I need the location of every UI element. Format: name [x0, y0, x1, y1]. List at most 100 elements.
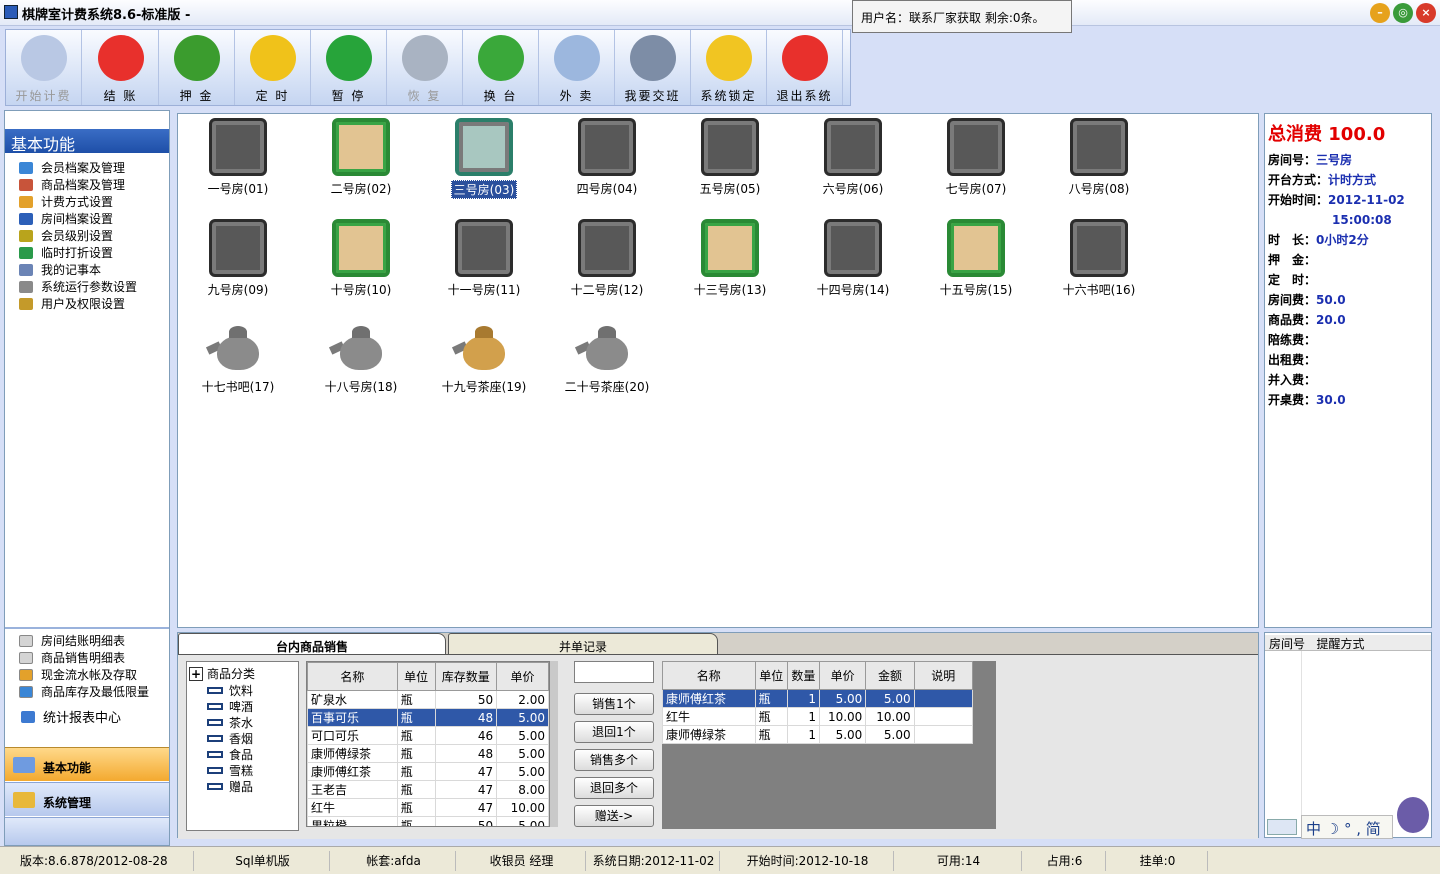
toolbar-button-10[interactable]: 退出系统	[767, 30, 843, 105]
report-item-3[interactable]: 商品库存及最低限量	[19, 683, 169, 700]
column-header[interactable]: 说明	[913, 661, 974, 690]
toolbar-button-0[interactable]: 开始计费	[6, 30, 82, 105]
restore-icon[interactable]: ◎	[1393, 3, 1413, 23]
column-header[interactable]: 库存数量	[434, 662, 498, 691]
toolbar-button-6[interactable]: 换 台	[463, 30, 539, 105]
sidebar-item-2[interactable]: 计费方式设置	[19, 193, 169, 210]
room-17[interactable]: 十七书吧(17)	[188, 318, 288, 414]
sale-button-4[interactable]: 赠送->	[574, 805, 654, 827]
room-6[interactable]: 六号房(06)	[803, 116, 903, 212]
room-15[interactable]: 十五号房(15)	[926, 217, 1026, 313]
category-item[interactable]: 饮料	[207, 682, 253, 698]
room-10[interactable]: 十号房(10)	[311, 217, 411, 313]
sale-button-1[interactable]: 退回1个	[574, 721, 654, 743]
room-20[interactable]: 二十号茶座(20)	[557, 318, 657, 414]
info-row: 开始时间：2012-11-02	[1268, 193, 1405, 207]
room-label: 五号房(05)	[699, 182, 761, 196]
toolbar-button-8[interactable]: 我要交班	[615, 30, 691, 105]
room-2[interactable]: 二号房(02)	[311, 116, 411, 212]
report-item-1[interactable]: 商品销售明细表	[19, 649, 169, 666]
column-header[interactable]: 单位	[396, 662, 436, 691]
column-header[interactable]: 单价	[818, 661, 867, 690]
toolbar-button-5[interactable]: 恢 复	[387, 30, 463, 105]
sale-button-0[interactable]: 销售1个	[574, 693, 654, 715]
table-row[interactable]: 矿泉水瓶 50 2.00	[307, 690, 549, 709]
table-row[interactable]: 红牛瓶 1 10.00 10.00	[662, 707, 974, 726]
status-field-2: 帐套:afda	[332, 851, 456, 871]
toolbar-button-9[interactable]: 系统锁定	[691, 30, 767, 105]
category-icon	[207, 718, 223, 726]
room-1[interactable]: 一号房(01)	[188, 116, 288, 212]
room-label: 九号房(09)	[207, 283, 269, 297]
info-row: 押 金：	[1268, 253, 1317, 267]
category-item[interactable]: 食品	[207, 746, 253, 762]
scroll-left-button[interactable]	[1267, 819, 1297, 835]
nav-system-management[interactable]: 系统管理	[5, 782, 169, 816]
ime-status-bar[interactable]: 中 ☽ ° , 简	[1301, 815, 1393, 839]
room-7[interactable]: 七号房(07)	[926, 116, 1026, 212]
column-header[interactable]: 名称	[662, 661, 756, 690]
sidebar-item-8[interactable]: 用户及权限设置	[19, 295, 169, 312]
table-row[interactable]: 王老吉瓶 47 8.00	[307, 780, 549, 799]
nav-basic-functions[interactable]: 基本功能	[5, 747, 169, 781]
room-14[interactable]: 十四号房(14)	[803, 217, 903, 313]
column-header[interactable]: 数量	[786, 661, 821, 690]
sidebar-item-3[interactable]: 房间档案设置	[19, 210, 169, 227]
tab-room-sales[interactable]: 台内商品销售	[178, 633, 446, 655]
column-header[interactable]: 单位	[754, 661, 788, 690]
column-header[interactable]: 单价	[496, 662, 549, 691]
toolbar-button-3[interactable]: 定 时	[235, 30, 311, 105]
tab-merge-records[interactable]: 并单记录	[448, 633, 718, 655]
table-row[interactable]: 百事可乐瓶 48 5.00	[307, 708, 549, 727]
category-item[interactable]: 啤酒	[207, 698, 253, 714]
quantity-input[interactable]	[574, 661, 654, 683]
column-header[interactable]: 名称	[307, 662, 398, 691]
category-item[interactable]: 茶水	[207, 714, 253, 730]
sidebar-item-0[interactable]: 会员档案及管理	[19, 159, 169, 176]
minimize-icon[interactable]: –	[1370, 3, 1390, 23]
room-19[interactable]: 十九号茶座(19)	[434, 318, 534, 414]
table-row[interactable]: 康师傅绿茶瓶 1 5.00 5.00	[662, 725, 974, 744]
sale-button-3[interactable]: 退回多个	[574, 777, 654, 799]
sidebar-item-4[interactable]: 会员级别设置	[19, 227, 169, 244]
room-16[interactable]: 十六书吧(16)	[1049, 217, 1149, 313]
toolbar-button-4[interactable]: 暂 停	[311, 30, 387, 105]
menu-item-icon	[19, 212, 33, 225]
table-row[interactable]: 康师傅红茶瓶 47 5.00	[307, 762, 549, 781]
sidebar-item-1[interactable]: 商品档案及管理	[19, 176, 169, 193]
sale-button-2[interactable]: 销售多个	[574, 749, 654, 771]
close-window-icon[interactable]: ×	[1416, 3, 1436, 23]
category-icon	[207, 750, 223, 758]
stock-scrollbar[interactable]	[550, 661, 558, 827]
room-label: 二号房(02)	[330, 182, 392, 196]
column-header[interactable]: 金额	[865, 661, 915, 690]
room-5[interactable]: 五号房(05)	[680, 116, 780, 212]
room-12[interactable]: 十二号房(12)	[557, 217, 657, 313]
category-item[interactable]: 赠品	[207, 778, 253, 794]
toolbar-button-7[interactable]: 外 卖	[539, 30, 615, 105]
report-center-link[interactable]: 统计报表中心	[21, 708, 171, 726]
table-row[interactable]: 红牛瓶 47 10.00	[307, 798, 549, 817]
report-item-0[interactable]: 房间结账明细表	[19, 632, 169, 649]
expand-icon: +	[189, 666, 203, 681]
table-row[interactable]: 康师傅绿茶瓶 48 5.00	[307, 744, 549, 763]
toolbar-button-1[interactable]: 结 账	[83, 30, 159, 105]
category-root[interactable]: + 商品分类	[189, 665, 255, 682]
report-item-2[interactable]: 现金流水帐及存取	[19, 666, 169, 683]
room-18[interactable]: 十八号房(18)	[311, 318, 411, 414]
sidebar-item-6[interactable]: 我的记事本	[19, 261, 169, 278]
category-item[interactable]: 雪糕	[207, 762, 253, 778]
table-row[interactable]: 可口可乐瓶 46 5.00	[307, 726, 549, 745]
table-row[interactable]: 果粒橙瓶 50 5.00	[307, 816, 549, 826]
room-8[interactable]: 八号房(08)	[1049, 116, 1149, 212]
room-3[interactable]: 三号房(03)	[434, 116, 534, 212]
room-9[interactable]: 九号房(09)	[188, 217, 288, 313]
room-11[interactable]: 十一号房(11)	[434, 217, 534, 313]
toolbar-button-2[interactable]: 押 金	[159, 30, 235, 105]
category-item[interactable]: 香烟	[207, 730, 253, 746]
table-row[interactable]: 康师傅红茶瓶 1 5.00 5.00	[662, 689, 974, 708]
sidebar-item-5[interactable]: 临时打折设置	[19, 244, 169, 261]
sidebar-item-7[interactable]: 系统运行参数设置	[19, 278, 169, 295]
room-4[interactable]: 四号房(04)	[557, 116, 657, 212]
room-13[interactable]: 十三号房(13)	[680, 217, 780, 313]
